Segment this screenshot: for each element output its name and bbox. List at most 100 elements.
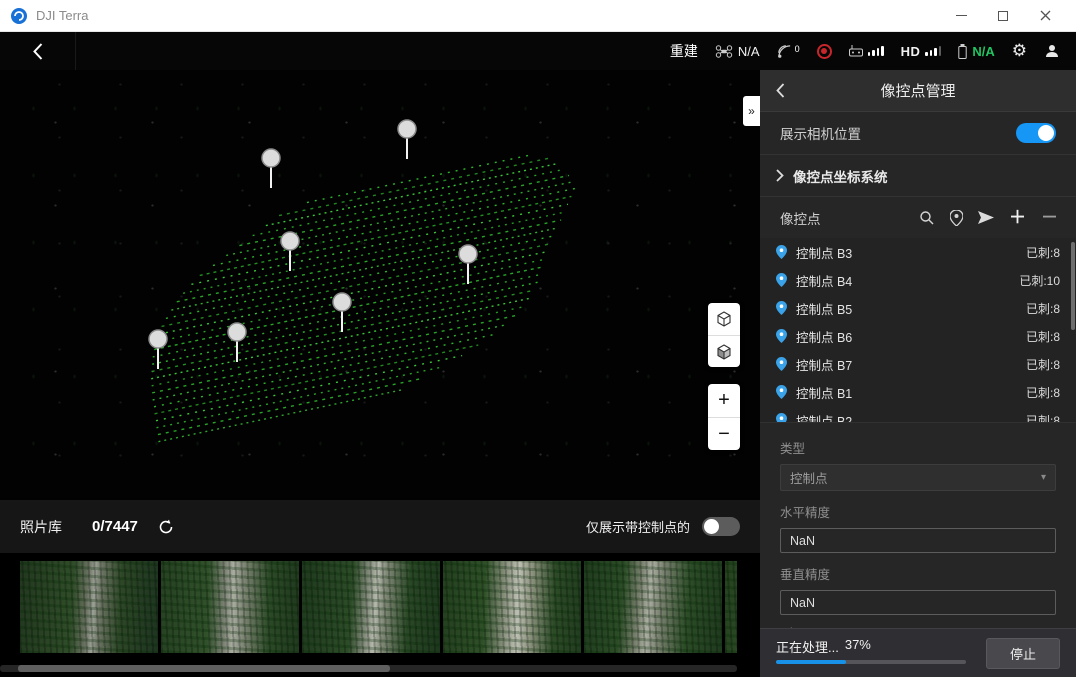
gcp-list-item[interactable]: 控制点 B5 已刺:8 — [760, 294, 1076, 322]
maximize-button[interactable] — [982, 0, 1024, 31]
pin-icon — [776, 385, 787, 399]
gcp-list: 控制点 B3 已刺:8 控制点 B4 已刺:10 控制点 B5 已刺:8 控制点… — [760, 238, 1076, 422]
gcp-name: 控制点 B4 — [796, 271, 852, 290]
filter-gcp-only-toggle[interactable] — [702, 517, 740, 536]
gcp-marker[interactable] — [228, 323, 246, 362]
aircraft-status: N/A — [715, 44, 760, 59]
thumbnail-scrollbar[interactable] — [0, 665, 737, 672]
progress-bar — [776, 660, 966, 664]
photo-library-bar: 照片库 0/7447 仅展示带控制点的 — [0, 500, 760, 553]
stop-button[interactable]: 停止 — [986, 638, 1060, 669]
photo-library-label: 照片库 — [20, 517, 62, 537]
horizontal-accuracy-value: NaN — [790, 534, 815, 548]
battery-status: N/A — [958, 44, 994, 59]
zoom-to-gcp-button[interactable] — [919, 210, 935, 226]
panel-back-button[interactable] — [776, 83, 785, 98]
zoom-in-button[interactable]: + — [708, 384, 740, 417]
rc-signal-status — [849, 45, 884, 57]
panel-header: 像控点管理 — [760, 70, 1076, 112]
gcp-toolbar: ＋ － — [919, 209, 1058, 226]
export-gcp-button[interactable] — [978, 211, 994, 224]
panel-collapse-button[interactable]: » — [743, 96, 760, 126]
gcp-list-scrollbar[interactable] — [1071, 242, 1075, 330]
gcp-name: 控制点 B2 — [796, 411, 852, 423]
processing-status-bar: 正在处理... 37% 停止 — [760, 628, 1076, 677]
show-camera-position-toggle[interactable] — [1016, 123, 1056, 143]
progress-bar-fill — [776, 660, 846, 664]
pin-icon — [776, 301, 787, 315]
settings-gear-icon[interactable]: ⚙ — [1012, 41, 1027, 61]
photo-thumbnail[interactable] — [725, 561, 737, 653]
processing-percent: 37% — [845, 637, 871, 656]
photo-thumbnail[interactable] — [161, 561, 299, 653]
chevron-right-icon — [776, 169, 784, 182]
add-gcp-button[interactable]: ＋ — [1009, 209, 1026, 226]
gcp-list-item[interactable]: 控制点 B2 已刺:8 — [760, 406, 1076, 422]
horizontal-accuracy-field[interactable]: NaN — [780, 528, 1056, 553]
gcp-marker[interactable] — [459, 245, 477, 284]
zoom-out-button[interactable]: − — [708, 417, 740, 450]
cube-outline-icon — [716, 311, 732, 327]
gcp-marker[interactable] — [333, 293, 351, 332]
map-3d-viewport[interactable]: » + − — [0, 70, 760, 500]
pin-icon — [776, 413, 787, 422]
app-title: DJI Terra — [36, 8, 89, 23]
gcp-marked-count: 已刺:8 — [1026, 328, 1060, 345]
gcp-name: 控制点 B6 — [796, 327, 852, 346]
rc-signal-bars-icon — [868, 46, 884, 56]
gcp-list-item[interactable]: 控制点 B1 已刺:8 — [760, 378, 1076, 406]
gcp-list-item[interactable]: 控制点 B6 已刺:8 — [760, 322, 1076, 350]
view-cube-solid-button[interactable] — [708, 335, 740, 367]
back-button[interactable] — [0, 32, 76, 70]
gcp-list-item[interactable]: 控制点 B7 已刺:8 — [760, 350, 1076, 378]
battery-value: N/A — [972, 44, 994, 59]
pin-icon — [776, 357, 787, 371]
vertical-accuracy-field[interactable]: NaN — [780, 590, 1056, 615]
gcp-marked-count: 已刺:8 — [1026, 412, 1060, 423]
gcp-marker[interactable] — [398, 120, 416, 159]
chevron-left-icon — [33, 43, 43, 60]
cube-solid-icon — [716, 344, 732, 360]
type-dropdown[interactable]: 控制点 ▾ — [780, 464, 1056, 491]
gcp-name: 控制点 B5 — [796, 299, 852, 318]
pin-icon — [776, 273, 787, 287]
processing-label: 正在处理... — [776, 637, 839, 656]
gcp-marker[interactable] — [262, 149, 280, 188]
toolbar-status-cluster: 重建 N/A 0 — [670, 41, 1076, 61]
remove-gcp-button[interactable]: － — [1041, 209, 1058, 226]
record-status-icon — [817, 44, 832, 59]
locate-gcp-button[interactable] — [950, 210, 963, 226]
minimize-button[interactable] — [940, 0, 982, 31]
photo-thumbnail[interactable] — [20, 561, 158, 653]
chevron-down-icon: ▾ — [1041, 472, 1046, 483]
coordinate-system-label: 像控点坐标系统 — [793, 166, 888, 186]
chevron-left-icon — [776, 83, 785, 98]
rebuild-button[interactable]: 重建 — [670, 41, 698, 61]
pin-icon — [776, 329, 787, 343]
user-profile-icon[interactable] — [1044, 43, 1060, 59]
close-button[interactable] — [1024, 0, 1066, 31]
gcp-list-item[interactable]: 控制点 B3 已刺:8 — [760, 238, 1076, 266]
thumbnail-scrollbar-thumb[interactable] — [18, 665, 390, 672]
gcp-management-panel: 像控点管理 展示相机位置 像控点坐标系统 像控点 — [760, 70, 1076, 677]
refresh-button[interactable] — [158, 519, 174, 535]
gcp-list-item[interactable]: 控制点 B4 已刺:10 — [760, 266, 1076, 294]
top-toolbar: 重建 N/A 0 — [0, 32, 1076, 70]
photo-thumbnail[interactable] — [443, 561, 581, 653]
gcp-marker[interactable] — [149, 330, 167, 369]
gcp-name: 控制点 B7 — [796, 355, 852, 374]
photo-thumbnail[interactable] — [584, 561, 722, 653]
view-cube-wireframe-button[interactable] — [708, 303, 740, 335]
view-mode-controls — [708, 303, 740, 367]
coordinate-system-section[interactable]: 像控点坐标系统 — [760, 155, 1076, 197]
thumbnail-strip-area — [0, 553, 760, 677]
point-cloud-canvas — [0, 70, 760, 500]
dji-terra-logo-icon — [10, 7, 28, 25]
photo-thumbnail[interactable] — [302, 561, 440, 653]
vertical-accuracy-value: NaN — [790, 596, 815, 610]
aircraft-status-value: N/A — [738, 44, 760, 59]
gcp-marked-count: 已刺:8 — [1026, 244, 1060, 261]
vertical-accuracy-label: 垂直精度 — [780, 564, 1056, 583]
satellite-status: 0 — [777, 44, 800, 59]
gcp-marker[interactable] — [281, 232, 299, 271]
